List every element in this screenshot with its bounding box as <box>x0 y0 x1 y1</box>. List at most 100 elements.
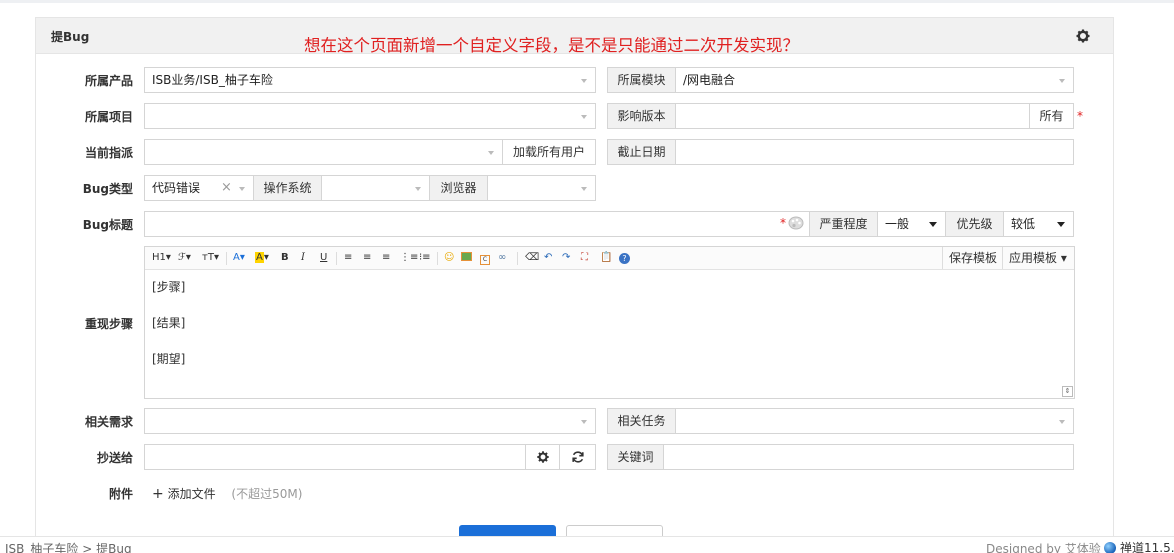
apply-template-label: 应用模板 <box>1009 251 1058 265</box>
undo-icon[interactable]: ↶ <box>544 251 552 265</box>
toolbar-divider <box>336 252 337 265</box>
globe-icon <box>1104 542 1116 553</box>
severity-select[interactable]: 一般 <box>877 211 946 237</box>
add-file-row: + 添加文件 (不超过50M) <box>152 485 302 502</box>
toolbar-divider <box>437 252 438 265</box>
breadcrumb-current: 提Bug <box>96 542 132 553</box>
project-select[interactable] <box>144 103 596 129</box>
os-label: 操作系统 <box>253 175 322 201</box>
title-input[interactable] <box>144 211 810 237</box>
task-label: 相关任务 <box>607 408 676 434</box>
underline-button[interactable]: U <box>320 251 327 265</box>
designed-by[interactable]: Designed by 艾体验 <box>986 540 1101 553</box>
chevron-down-icon <box>1057 222 1065 227</box>
align-center-icon[interactable]: ≡ <box>363 251 371 265</box>
bug-type-value: 代码错误 <box>152 181 201 195</box>
paste-icon[interactable]: 📋 <box>600 251 612 265</box>
question-annotation: 想在这个页面新增一个自定义字段，是不是只能通过二次开发实现？ <box>304 36 799 55</box>
bold-button[interactable]: B <box>281 251 289 265</box>
help-icon[interactable]: ? <box>619 252 630 266</box>
resize-handle[interactable]: ⇕ <box>1062 386 1073 397</box>
steps-line-expected: [期望] <box>152 352 186 366</box>
fullscreen-icon[interactable]: ⛶ <box>581 251 588 265</box>
top-border <box>0 0 1174 3</box>
add-file-button[interactable]: + 添加文件 <box>152 486 216 502</box>
redo-icon[interactable]: ↷ <box>562 251 570 265</box>
mailto-select[interactable] <box>144 444 526 470</box>
breadcrumb-separator: > <box>82 542 93 553</box>
severity-label: 严重程度 <box>809 211 878 237</box>
module-select[interactable]: /网电融合 <box>675 67 1074 93</box>
task-select[interactable] <box>675 408 1074 434</box>
apply-template-button[interactable]: 应用模板 ▾ <box>1002 247 1075 269</box>
gear-icon[interactable] <box>1075 28 1091 44</box>
font-size-label: тT <box>202 252 214 263</box>
emoticon-icon[interactable]: ☺ <box>444 251 454 265</box>
eraser-icon[interactable]: ⌫ <box>525 251 539 265</box>
story-select[interactable] <box>144 408 596 434</box>
chevron-down-icon <box>239 187 245 191</box>
heading-button[interactable]: H1▾ <box>152 251 171 265</box>
keywords-input[interactable] <box>663 444 1074 470</box>
refresh-icon <box>571 451 584 463</box>
heading-label: H1 <box>152 252 166 263</box>
files-label: 附件 <box>108 487 133 501</box>
all-builds-button[interactable]: 所有 <box>1029 103 1074 129</box>
editor-toolbar: H1▾ ℱ▾ тT▾ A▾ A▾ B I U ≡ ≡ ≡ ⋮≡ ⁝≡ ☺ C ∞… <box>145 247 1074 270</box>
file-size-limit: (不超过50M) <box>231 487 303 501</box>
palette-icon[interactable] <box>788 216 804 233</box>
gear-icon <box>536 451 549 463</box>
browser-label: 浏览器 <box>429 175 488 201</box>
clear-icon[interactable]: × <box>221 176 232 200</box>
italic-button[interactable]: I <box>301 251 305 265</box>
background-color-button[interactable]: A▾ <box>255 251 269 265</box>
steps-editor[interactable]: H1▾ ℱ▾ тT▾ A▾ A▾ B I U ≡ ≡ ≡ ⋮≡ ⁝≡ ☺ C ∞… <box>144 246 1075 399</box>
align-right-icon[interactable]: ≡ <box>382 251 390 265</box>
mailto-settings-button[interactable] <box>525 444 560 470</box>
bug-type-select[interactable]: 代码错误 × <box>144 175 254 201</box>
assigned-select[interactable] <box>144 139 503 165</box>
chevron-down-icon <box>488 151 494 155</box>
os-select[interactable] <box>321 175 430 201</box>
breadcrumb-product[interactable]: ISB_柚子车险 <box>5 542 78 553</box>
font-size-button[interactable]: тT▾ <box>202 251 219 265</box>
font-color-button[interactable]: A▾ <box>233 251 245 265</box>
align-left-icon[interactable]: ≡ <box>344 251 352 265</box>
page-title: 提Bug <box>51 30 90 44</box>
story-label: 相关需求 <box>84 415 133 429</box>
browser-select[interactable] <box>487 175 596 201</box>
build-select[interactable] <box>675 103 1030 129</box>
image-icon[interactable] <box>461 252 472 266</box>
breadcrumb: ISB_柚子车险 > 提Bug <box>5 540 132 553</box>
mailto-label: 抄送给 <box>96 451 133 465</box>
bug-type-label: Bug类型 <box>82 182 133 196</box>
zentao-version[interactable]: 禅道11.5.1 <box>1104 539 1174 553</box>
module-value: /网电融合 <box>683 73 736 87</box>
product-select[interactable]: ISB业务/ISB_柚子车险 <box>144 67 596 93</box>
link-icon[interactable]: ∞ <box>498 251 506 265</box>
steps-line-steps: [步骤] <box>152 280 186 294</box>
load-all-users-button[interactable]: 加载所有用户 <box>502 139 596 165</box>
unordered-list-icon[interactable]: ⁝≡ <box>419 251 431 265</box>
background-color-label: A <box>255 252 264 263</box>
mailto-refresh-button[interactable] <box>559 444 596 470</box>
ordered-list-icon[interactable]: ⋮≡ <box>400 251 418 265</box>
deadline-input[interactable] <box>675 139 1074 165</box>
chevron-down-icon <box>581 420 587 424</box>
toolbar-divider <box>517 252 518 265</box>
font-family-button[interactable]: ℱ▾ <box>178 251 191 265</box>
toolbar-divider <box>226 252 227 265</box>
priority-select[interactable]: 较低 <box>1003 211 1074 237</box>
code-icon[interactable]: C <box>480 252 490 266</box>
version-text: 禅道11.5.1 <box>1120 541 1174 553</box>
priority-value: 较低 <box>1011 217 1036 231</box>
product-value: ISB业务/ISB_柚子车险 <box>152 73 273 87</box>
required-mark: * <box>780 216 786 230</box>
chevron-down-icon <box>929 222 937 227</box>
chevron-down-icon <box>581 115 587 119</box>
chevron-down-icon <box>581 79 587 83</box>
save-template-button[interactable]: 保存模板 <box>942 247 1003 269</box>
required-mark: * <box>1077 109 1083 123</box>
build-label: 影响版本 <box>607 103 676 129</box>
font-family-label: ℱ <box>178 252 186 263</box>
